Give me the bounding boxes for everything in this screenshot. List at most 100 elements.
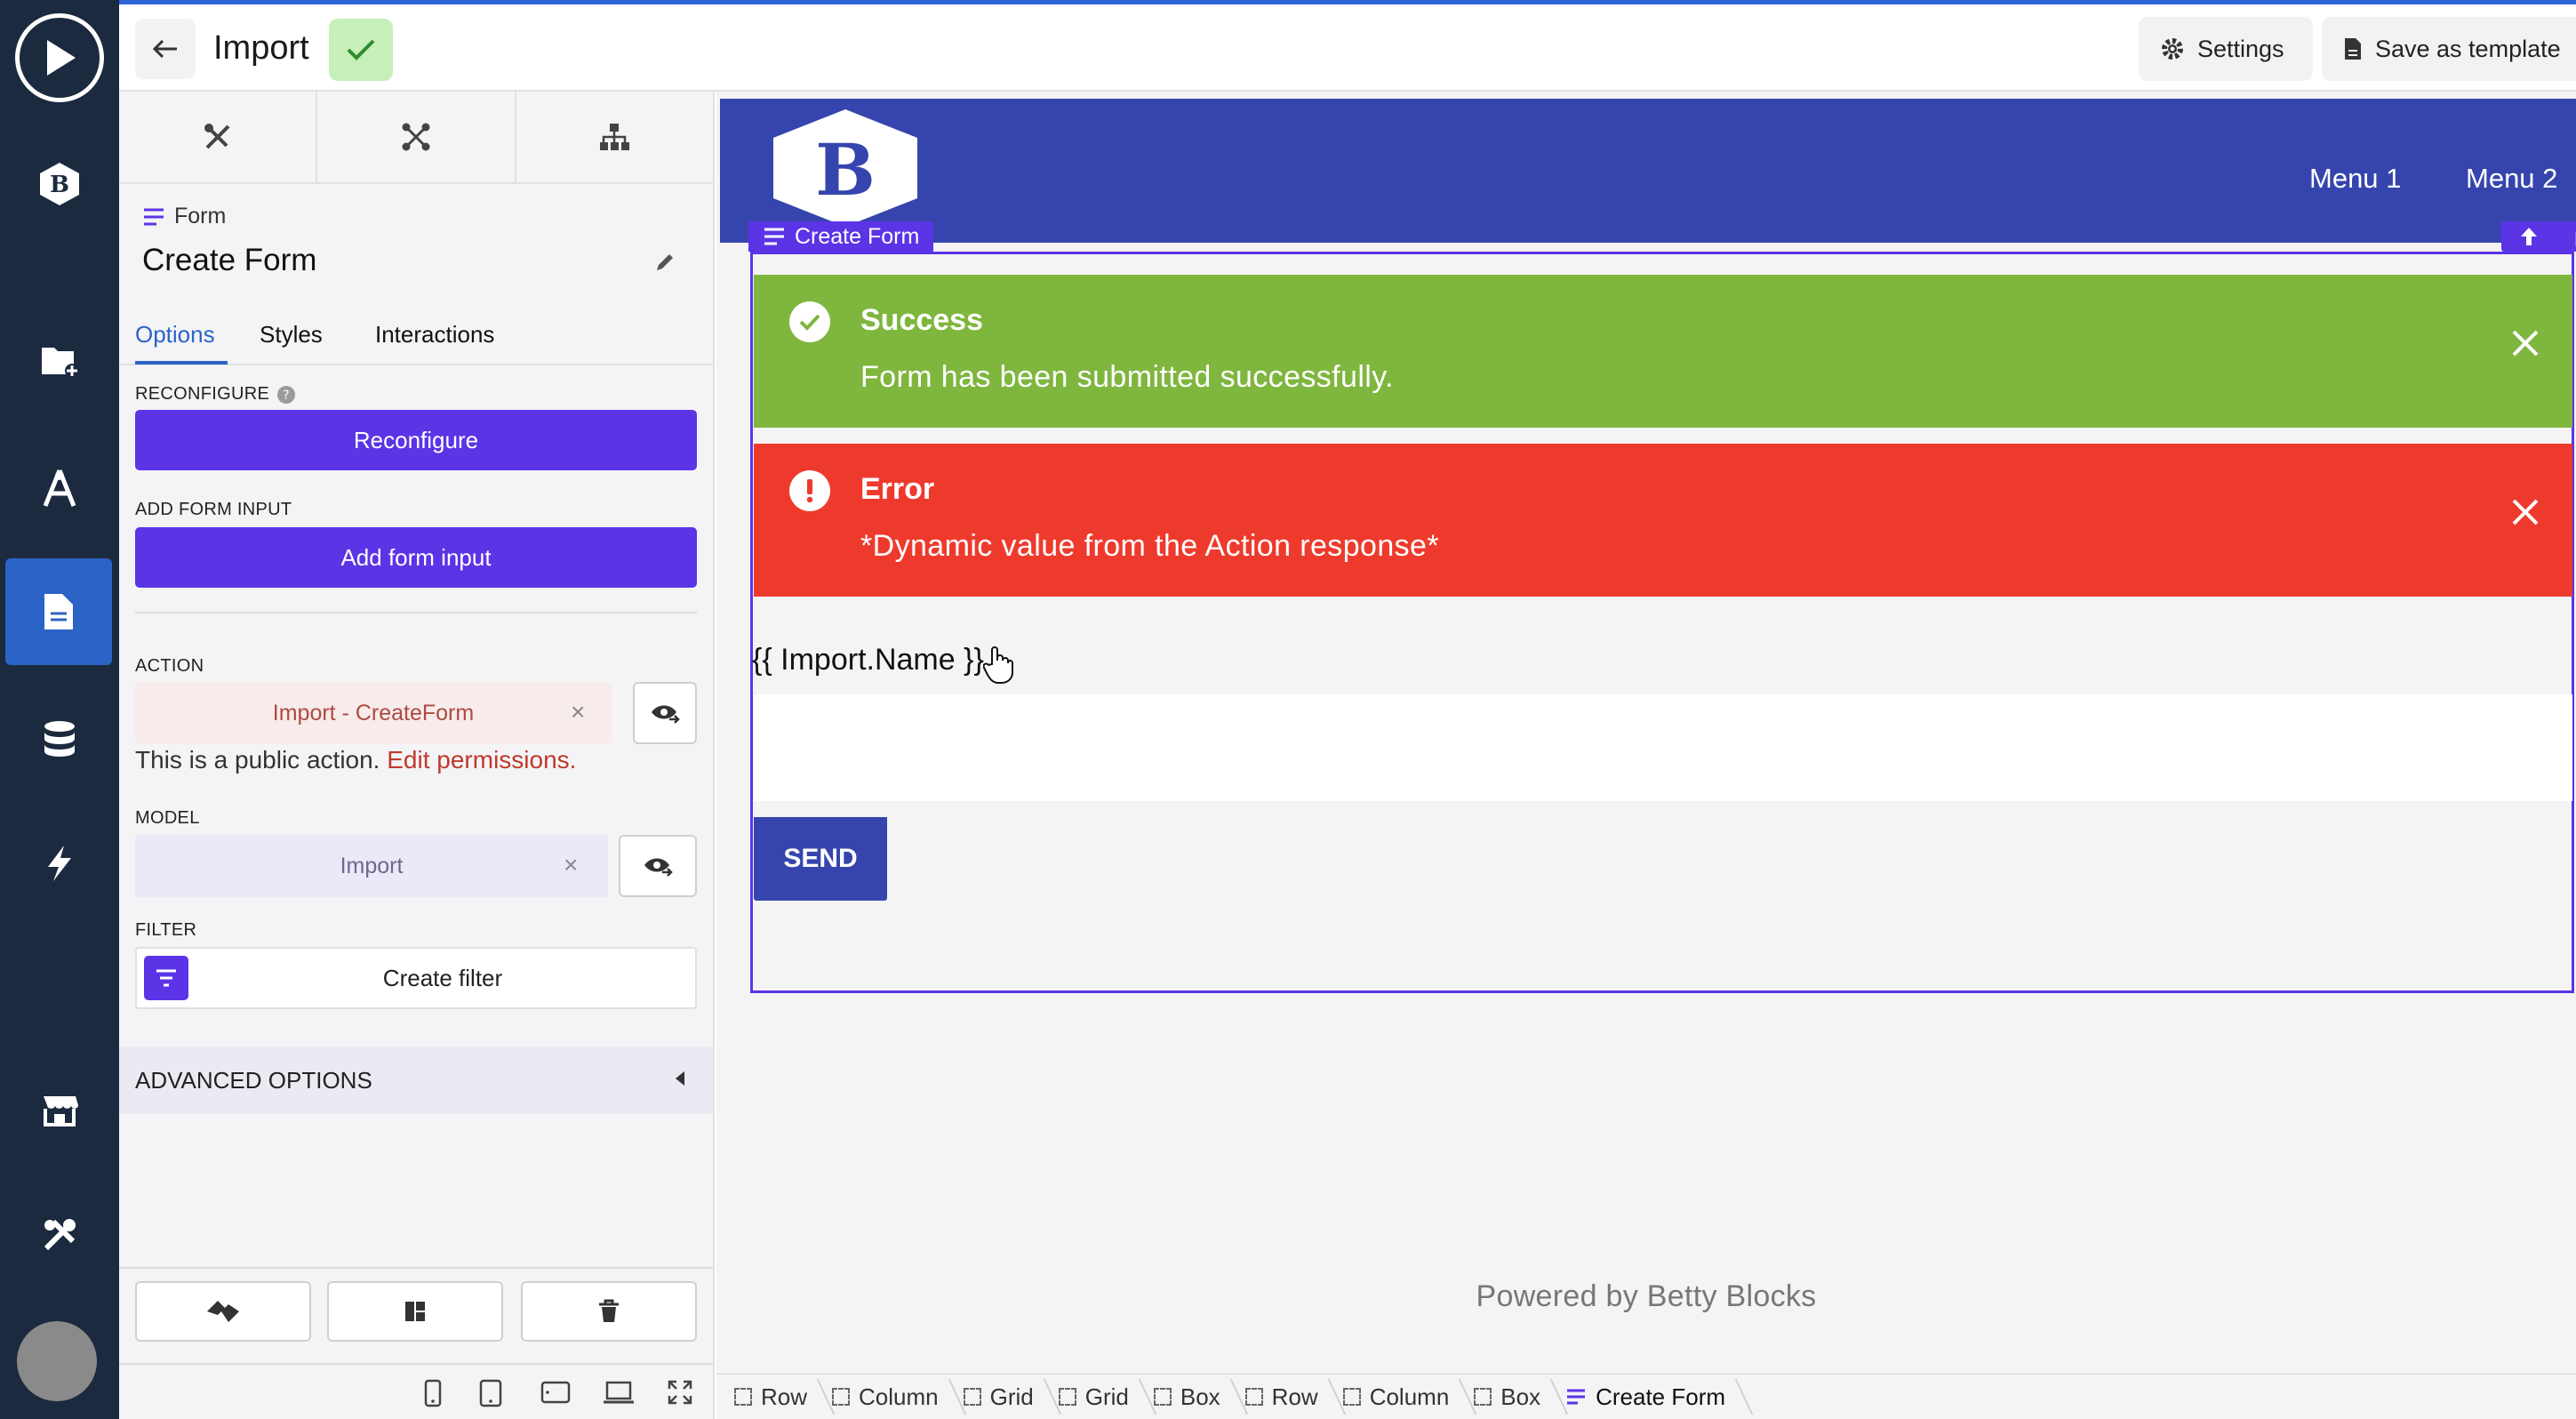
breadcrumb-label: Box bbox=[1180, 1383, 1220, 1410]
create-filter-label: Create filter bbox=[382, 965, 503, 991]
breadcrumb-box[interactable]: Box bbox=[1148, 1374, 1240, 1419]
breadcrumb-grid[interactable]: Grid bbox=[958, 1374, 1053, 1419]
unlink-button[interactable] bbox=[135, 1281, 311, 1342]
fullscreen-icon[interactable] bbox=[667, 1379, 693, 1410]
box-outline-icon bbox=[963, 1388, 981, 1406]
help-icon[interactable]: ? bbox=[276, 385, 296, 405]
tablet-portrait-icon[interactable] bbox=[478, 1379, 503, 1412]
close-icon[interactable] bbox=[2510, 328, 2540, 363]
breadcrumb-label: Grid bbox=[989, 1383, 1034, 1410]
document-icon bbox=[2345, 38, 2361, 60]
tab-components[interactable] bbox=[119, 92, 318, 182]
success-title: Success bbox=[860, 303, 983, 337]
selected-component-label: Create Form bbox=[795, 223, 920, 249]
database-icon[interactable] bbox=[0, 686, 119, 791]
page-title: Import bbox=[213, 29, 309, 67]
breadcrumb-label: Row bbox=[1271, 1383, 1318, 1410]
name-text-input[interactable] bbox=[754, 694, 2572, 801]
component-quick-actions bbox=[2501, 221, 2576, 252]
site-logo[interactable]: B bbox=[768, 106, 923, 230]
tab-options[interactable]: Options bbox=[135, 321, 215, 349]
edit-name-button[interactable] bbox=[654, 252, 676, 277]
selected-component-tag[interactable]: Create Form bbox=[748, 221, 934, 252]
settings-label: Settings bbox=[2197, 35, 2284, 62]
clear-action-icon[interactable]: × bbox=[571, 698, 585, 726]
action-select[interactable]: Import - CreateForm × bbox=[135, 682, 612, 744]
pages-add-icon[interactable] bbox=[0, 308, 119, 413]
mobile-view-icon[interactable] bbox=[423, 1379, 443, 1412]
edit-permissions-link[interactable]: Edit permissions. bbox=[387, 746, 576, 774]
breadcrumb-label: Column bbox=[1369, 1383, 1450, 1410]
error-message: *Dynamic value from the Action response* bbox=[860, 529, 1439, 563]
tools-crossed-icon bbox=[204, 124, 230, 149]
clear-model-icon[interactable]: × bbox=[564, 851, 578, 879]
tab-component-tree[interactable] bbox=[516, 92, 713, 182]
breadcrumb-grid[interactable]: Grid bbox=[1053, 1374, 1148, 1419]
nav-rail: B bbox=[0, 0, 119, 1419]
powered-by-footer: Powered by Betty Blocks bbox=[1476, 1279, 1817, 1313]
form-icon bbox=[144, 208, 164, 225]
menu-item-1[interactable]: Menu 1 bbox=[2309, 163, 2401, 195]
breadcrumb-row[interactable]: Row bbox=[1240, 1374, 1338, 1419]
close-icon[interactable] bbox=[2510, 497, 2540, 532]
breadcrumb-column[interactable]: Column bbox=[1338, 1374, 1469, 1419]
breadcrumb-row[interactable]: Row bbox=[729, 1374, 827, 1419]
box-outline-icon bbox=[832, 1388, 851, 1406]
back-button[interactable] bbox=[135, 19, 196, 79]
action-label: ACTION bbox=[135, 656, 204, 676]
breadcrumb-label: Grid bbox=[1084, 1383, 1129, 1410]
breadcrumb-column[interactable]: Column bbox=[827, 1374, 958, 1419]
store-icon[interactable] bbox=[0, 1058, 119, 1163]
select-parent-icon[interactable] bbox=[2517, 225, 2540, 253]
arrow-left-icon bbox=[152, 39, 177, 59]
model-select[interactable]: Import × bbox=[135, 835, 608, 897]
actions-bolt-icon[interactable] bbox=[0, 811, 119, 916]
desktop-view-icon[interactable] bbox=[603, 1379, 635, 1410]
add-form-input-label: ADD FORM INPUT bbox=[135, 500, 292, 519]
tools-icon[interactable] bbox=[0, 1182, 119, 1287]
model-label: MODEL bbox=[135, 808, 200, 828]
add-form-input-button[interactable]: Add form input bbox=[135, 527, 697, 588]
breadcrumb-label: Create Form bbox=[1596, 1383, 1726, 1410]
layout-button[interactable] bbox=[327, 1281, 503, 1342]
network-nodes-icon bbox=[402, 123, 430, 151]
reconfigure-label-text: RECONFIGURE bbox=[135, 384, 270, 404]
settings-button[interactable]: Settings bbox=[2139, 17, 2313, 81]
reconfigure-button[interactable]: Reconfigure bbox=[135, 410, 697, 470]
breadcrumb-box[interactable]: Box bbox=[1468, 1374, 1560, 1419]
play-button[interactable] bbox=[0, 5, 119, 110]
action-view-button[interactable] bbox=[633, 682, 697, 744]
box-outline-icon bbox=[734, 1388, 752, 1406]
save-as-template-button[interactable]: Save as template bbox=[2322, 17, 2576, 81]
breadcrumb-create-form[interactable]: Create Form bbox=[1560, 1374, 1745, 1419]
box-outline-icon bbox=[1153, 1388, 1172, 1406]
trash-icon bbox=[599, 1299, 619, 1322]
betty-blocks-logo-icon[interactable]: B bbox=[0, 132, 119, 236]
svg-text:?: ? bbox=[283, 389, 290, 403]
eye-arrow-icon bbox=[652, 705, 680, 724]
delete-component-button[interactable] bbox=[521, 1281, 697, 1342]
tablet-landscape-icon[interactable] bbox=[540, 1379, 571, 1410]
action-value: Import - CreateForm bbox=[272, 700, 475, 726]
device-bar-divider bbox=[119, 1363, 713, 1365]
component-type-label: Form bbox=[174, 204, 227, 228]
eye-arrow-icon bbox=[644, 858, 673, 877]
page-editor-icon[interactable] bbox=[5, 558, 112, 665]
menu-item-2[interactable]: Menu 2 bbox=[2466, 163, 2557, 195]
model-view-button[interactable] bbox=[619, 835, 697, 897]
model-value: Import bbox=[340, 853, 404, 878]
public-action-note: This is a public action. Edit permission… bbox=[135, 746, 576, 774]
tab-interactions-graph[interactable] bbox=[317, 92, 516, 182]
advanced-options-toggle[interactable]: ADVANCED OPTIONS bbox=[119, 1046, 713, 1114]
options-subtabs: Options Styles Interactions bbox=[119, 312, 713, 365]
design-icon[interactable] bbox=[0, 436, 119, 541]
component-options-panel: Form Create Form Options Styles Interact… bbox=[119, 92, 715, 1419]
tab-interactions[interactable]: Interactions bbox=[375, 321, 494, 349]
saved-check-badge bbox=[329, 19, 393, 81]
create-filter-button[interactable]: Create filter bbox=[135, 947, 697, 1009]
save-as-template-label: Save as template bbox=[2375, 35, 2561, 62]
logo-letter: B bbox=[815, 128, 876, 212]
user-avatar[interactable] bbox=[17, 1321, 97, 1401]
send-button[interactable]: SEND bbox=[754, 817, 887, 901]
tab-styles[interactable]: Styles bbox=[260, 321, 323, 349]
